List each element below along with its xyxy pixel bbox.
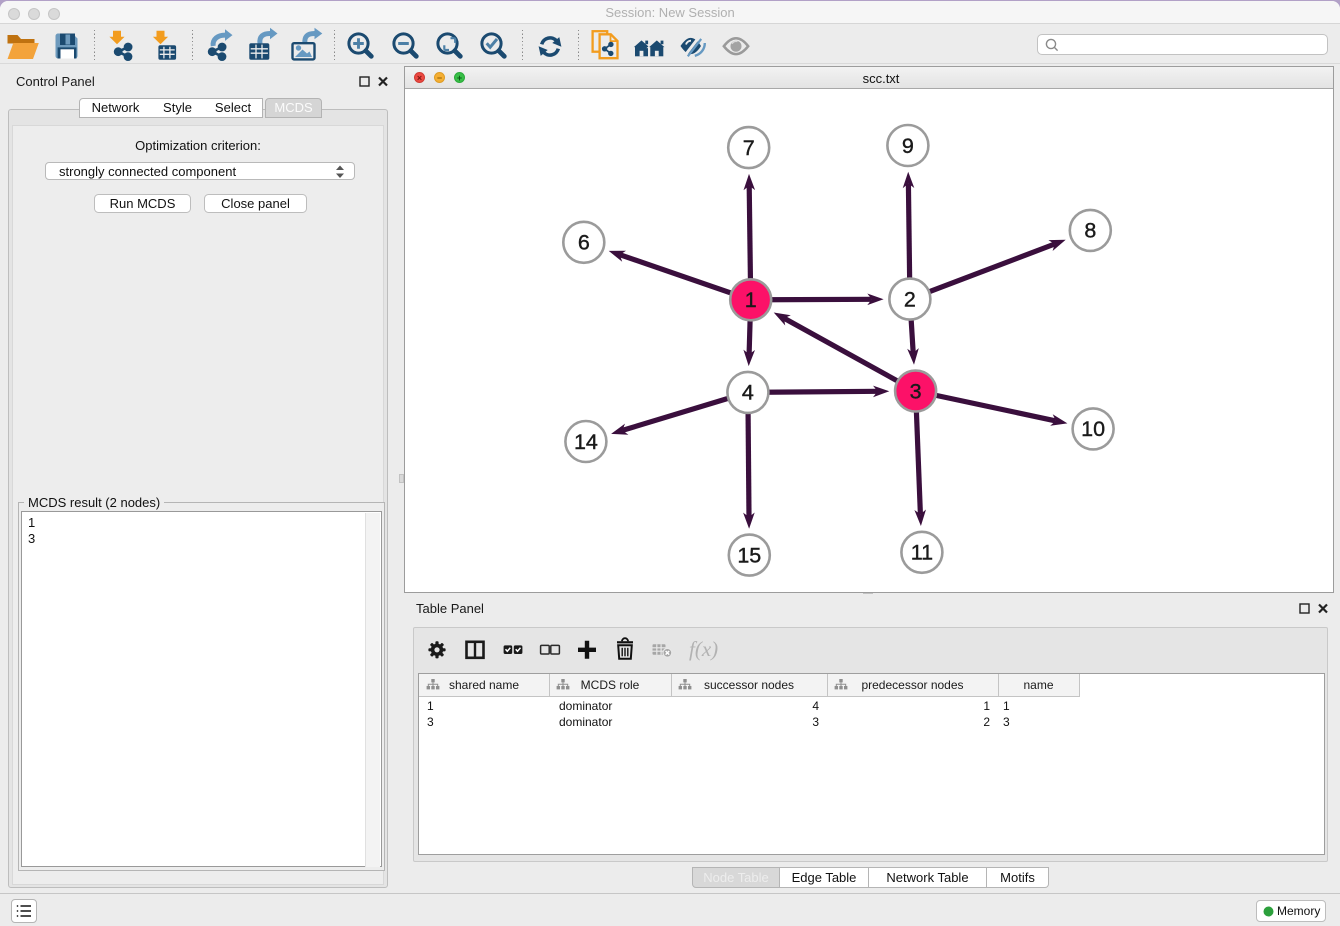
svg-text:9: 9	[902, 134, 914, 158]
svg-text:1: 1	[745, 288, 757, 312]
svg-text:3: 3	[910, 379, 922, 403]
svg-text:6: 6	[578, 231, 590, 255]
svg-text:4: 4	[742, 381, 754, 405]
svg-text:2: 2	[904, 287, 916, 311]
svg-text:15: 15	[737, 543, 761, 567]
svg-text:7: 7	[743, 136, 755, 160]
svg-text:11: 11	[911, 541, 933, 565]
svg-text:10: 10	[1081, 417, 1105, 441]
svg-text:14: 14	[574, 430, 598, 454]
svg-text:8: 8	[1084, 219, 1096, 243]
